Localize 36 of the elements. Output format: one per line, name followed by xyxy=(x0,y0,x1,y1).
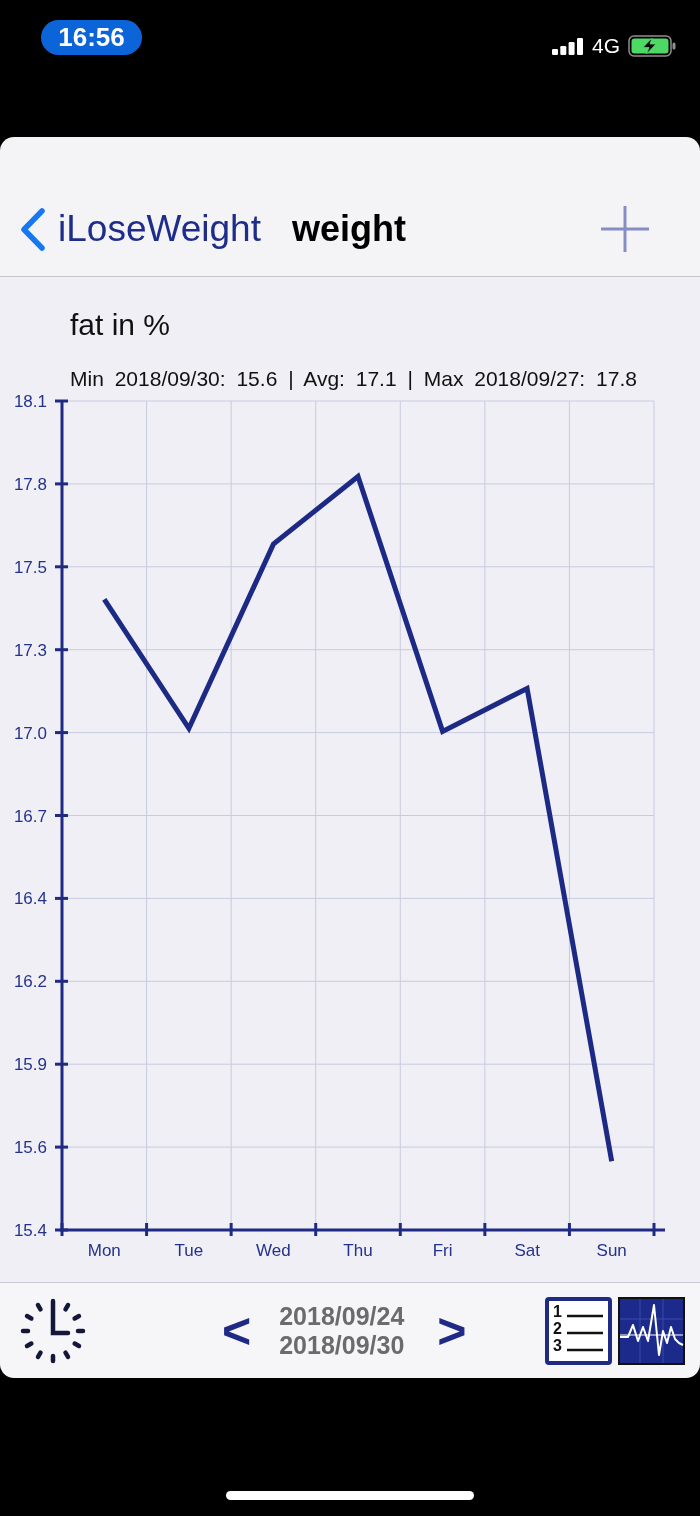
heartbeat-chart-icon[interactable] xyxy=(618,1296,685,1365)
screen-title: weight xyxy=(292,207,406,251)
signal-icon xyxy=(552,37,583,55)
y-axis-label: 15.4 xyxy=(13,1221,47,1240)
numbered-list-icon[interactable]: 1 2 3 xyxy=(545,1296,612,1365)
x-axis-label: Thu xyxy=(343,1241,373,1260)
chart-summary: Min 2018/09/30: 15.6 | Avg: 17.1 | Max 2018/09/27: 17.8 xyxy=(70,367,637,391)
previous-week-button[interactable]: < xyxy=(222,1305,252,1356)
y-axis-label: 17.8 xyxy=(13,474,47,494)
next-week-button[interactable]: > xyxy=(437,1305,467,1356)
x-axis-label: Tue xyxy=(174,1241,204,1260)
y-axis-label: 17.0 xyxy=(13,723,47,743)
clock-icon[interactable] xyxy=(20,1297,86,1364)
x-axis-label: Fri xyxy=(432,1241,453,1260)
chevron-left-icon xyxy=(20,207,46,251)
x-axis-label: Mon xyxy=(87,1241,121,1260)
y-axis-label: 16.2 xyxy=(13,972,47,992)
y-axis-label: 16.4 xyxy=(13,889,47,909)
chart-title: fat in % xyxy=(70,309,171,341)
y-axis-label: 16.7 xyxy=(13,806,47,826)
x-axis-label: Sun xyxy=(596,1241,627,1260)
add-button[interactable] xyxy=(600,205,650,253)
back-button[interactable]: iLoseWeight xyxy=(20,207,264,251)
network-type: 4G xyxy=(592,34,620,58)
y-axis-label: 17.5 xyxy=(13,557,47,577)
range-start-date: 2018/09/24 xyxy=(279,1301,405,1331)
status-time: 16:56 xyxy=(41,20,142,55)
plus-icon xyxy=(600,205,650,253)
y-axis-label: 18.1 xyxy=(13,392,47,411)
x-axis-label: Wed xyxy=(256,1241,291,1260)
y-axis-label: 15.9 xyxy=(13,1055,47,1075)
y-axis-label: 17.3 xyxy=(13,640,47,660)
y-axis-label: 15.6 xyxy=(13,1138,47,1158)
x-axis-label: Sat xyxy=(514,1241,540,1260)
battery-charging-icon xyxy=(628,35,676,57)
range-end-date: 2018/09/30 xyxy=(279,1330,405,1360)
